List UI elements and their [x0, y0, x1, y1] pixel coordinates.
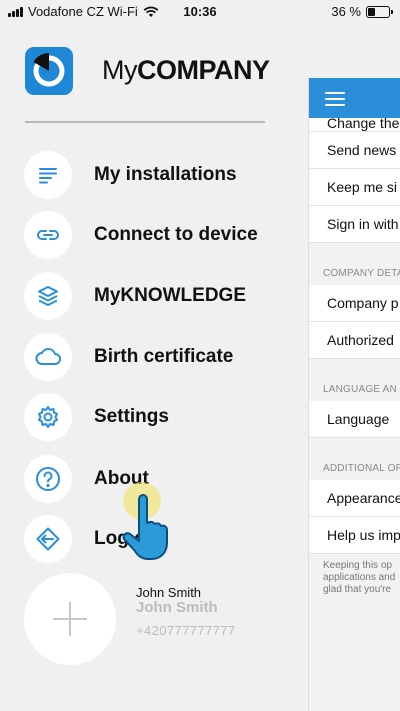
background-row[interactable]: Send news: [309, 132, 400, 169]
battery-icon: [366, 5, 393, 18]
menu-item-label: MyKNOWLEDGE: [94, 285, 246, 306]
background-row[interactable]: Help us imp: [309, 517, 400, 554]
list-icon: [24, 151, 72, 199]
status-right: 36 %: [331, 4, 393, 19]
brand-light: My: [102, 55, 138, 85]
profile-phone: +420777777777: [136, 623, 236, 638]
background-rows-company: Company p Authorized: [309, 285, 400, 359]
profile-section: John Smith John Smith +420777777777: [24, 573, 294, 665]
gear-icon: [24, 393, 72, 441]
logout-icon: [24, 515, 72, 563]
menu-item-label: About: [94, 468, 149, 489]
brand-bold: COMPANY: [137, 55, 270, 85]
background-settings-panel: Change the Send news Keep me si Sign in …: [308, 78, 400, 711]
background-header: [309, 78, 400, 118]
menu-item-label: Log out: [94, 528, 164, 549]
help-icon: [24, 455, 72, 503]
menu-item-label: My installations: [94, 164, 237, 185]
footer-line: applications and: [323, 572, 396, 583]
menu-item-birth-certificate[interactable]: Birth certificate: [24, 332, 284, 382]
menu-item-about[interactable]: About: [24, 454, 284, 504]
status-bar: Vodafone CZ Wi-Fi 10:36 36 %: [0, 0, 400, 24]
background-rows-language: Language: [309, 401, 400, 438]
background-footer-text: Keeping this op applications and glad th…: [309, 554, 400, 596]
hamburger-icon[interactable]: [325, 92, 345, 110]
company-logo-icon: [25, 47, 73, 95]
section-header-company: COMPANY DETA: [323, 268, 400, 279]
menu-item-settings[interactable]: Settings: [24, 392, 284, 442]
section-header-additional: ADDITIONAL OF: [323, 463, 400, 474]
menu-item-label: Connect to device: [94, 224, 258, 245]
menu-item-log-out[interactable]: Log out: [24, 514, 284, 564]
add-profile-button[interactable]: [24, 573, 116, 665]
background-row[interactable]: Appearance: [309, 480, 400, 517]
background-row[interactable]: Change the: [309, 118, 400, 132]
header-divider: [25, 121, 265, 123]
menu-item-myknowledge[interactable]: MyKNOWLEDGE: [24, 271, 284, 321]
profile-name: John Smith: [136, 585, 202, 600]
battery-percent: 36 %: [331, 4, 361, 19]
profile-name-bold: John Smith: [136, 599, 218, 616]
battery-fill: [368, 7, 376, 16]
link-icon: [24, 211, 72, 259]
background-rows-top: Change the Send news Keep me si Sign in …: [309, 118, 400, 243]
cloud-icon: [24, 333, 72, 381]
menu-item-my-installations[interactable]: My installations: [24, 150, 284, 200]
footer-line: Keeping this op: [323, 560, 392, 571]
menu-item-connect-to-device[interactable]: Connect to device: [24, 210, 284, 260]
background-row[interactable]: Sign in with: [309, 206, 400, 243]
background-row[interactable]: Language: [309, 401, 400, 438]
footer-line: glad that you're: [323, 584, 392, 595]
background-row[interactable]: Authorized: [309, 322, 400, 359]
menu-item-label: Settings: [94, 406, 169, 427]
background-row[interactable]: Company p: [309, 285, 400, 322]
background-rows-additional: Appearance Help us imp: [309, 480, 400, 554]
layers-icon: [24, 272, 72, 320]
plus-icon: [53, 602, 87, 636]
navigation-drawer: MyCOMPANY My installations Connect to de…: [0, 24, 308, 711]
menu-item-label: Birth certificate: [94, 346, 234, 367]
brand-title: MyCOMPANY: [102, 55, 270, 86]
section-header-language: LANGUAGE AN: [323, 384, 397, 395]
background-row[interactable]: Keep me si: [309, 169, 400, 206]
